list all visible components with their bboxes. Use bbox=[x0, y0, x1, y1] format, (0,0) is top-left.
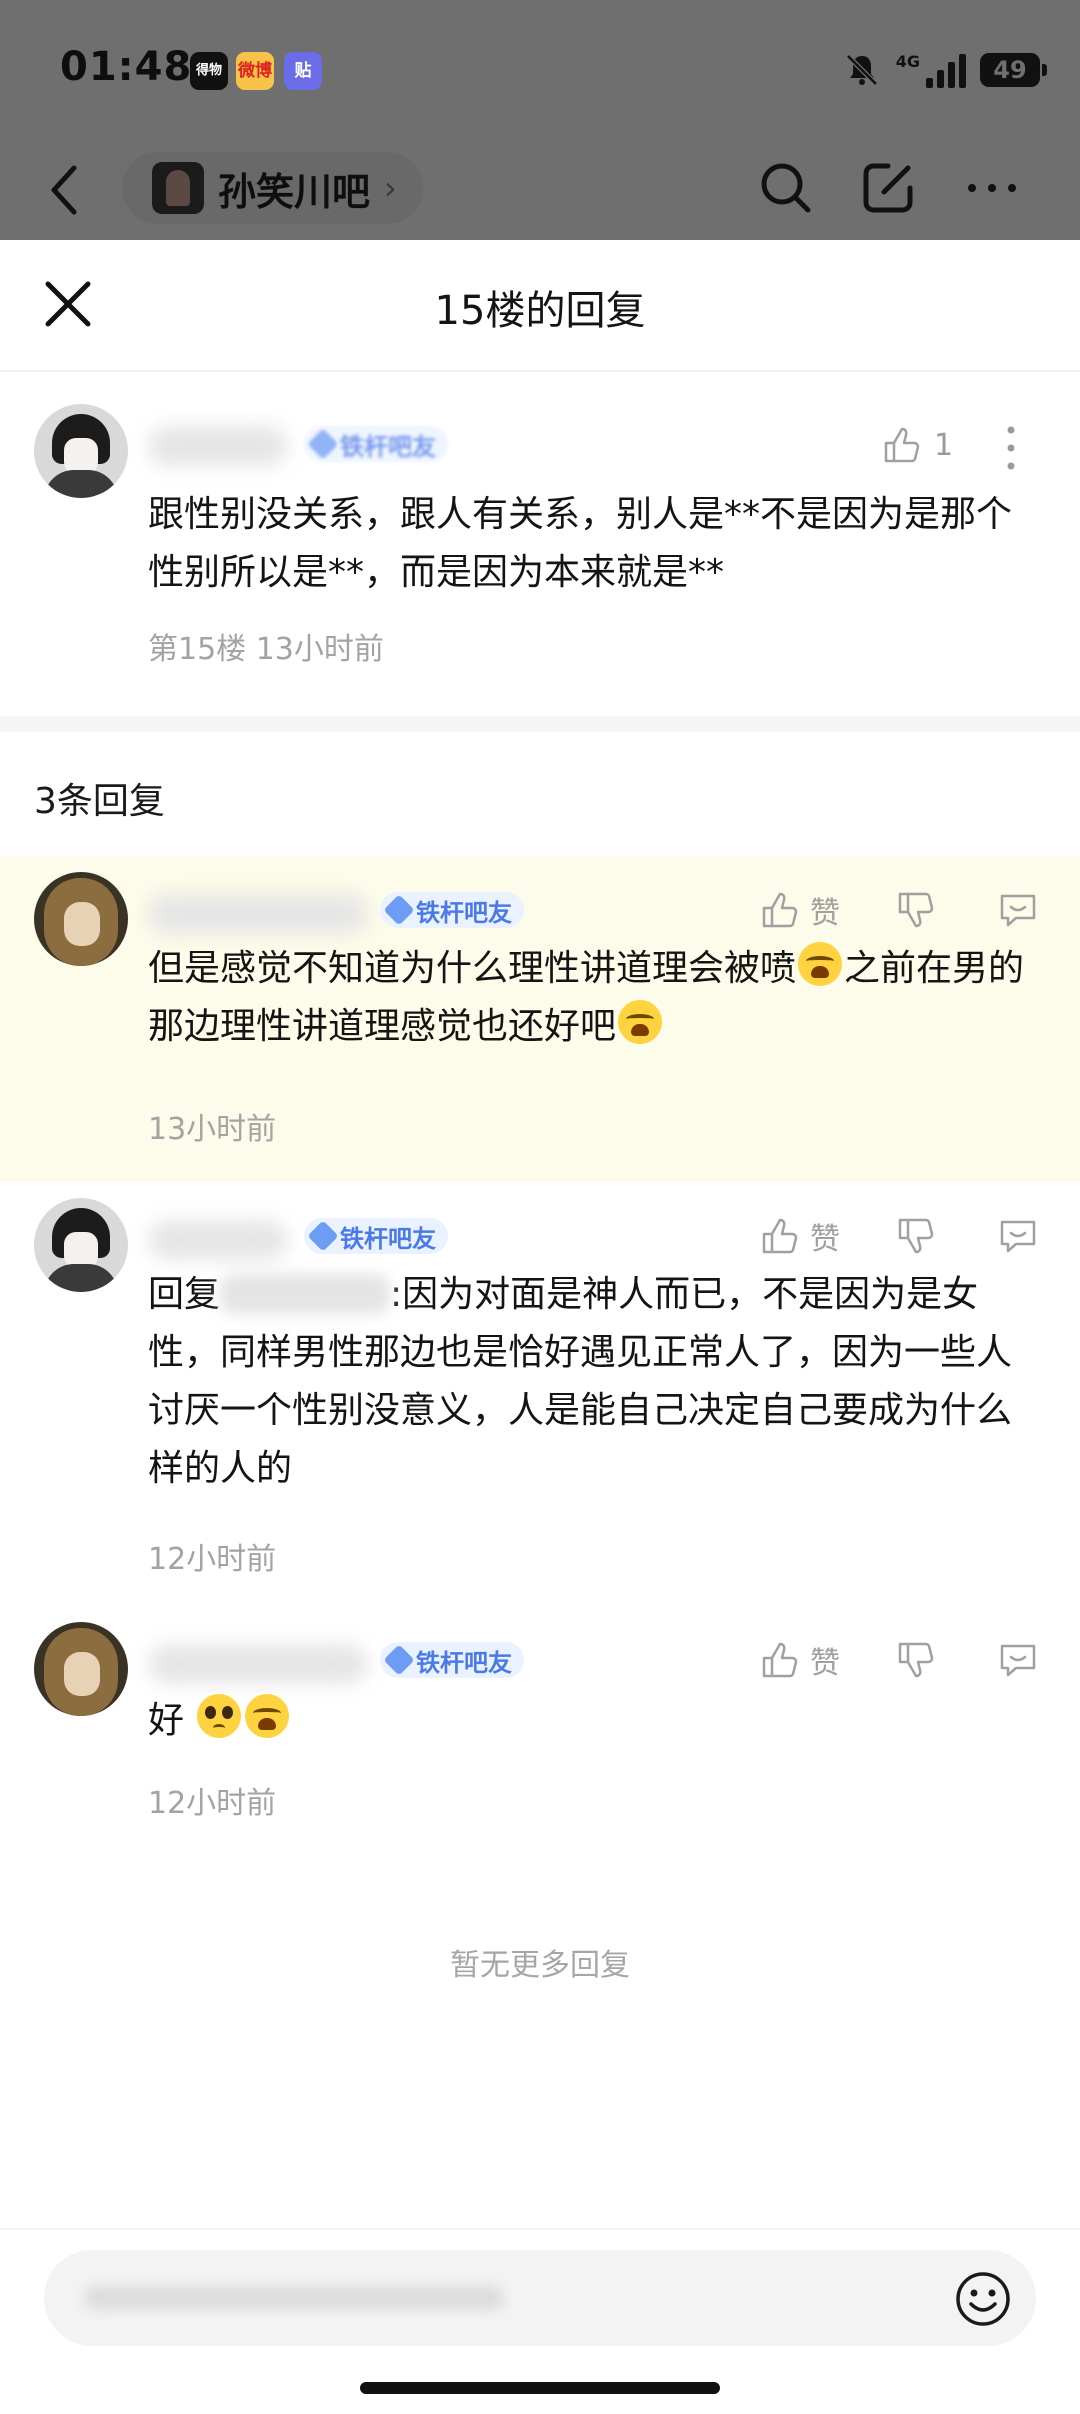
comment-icon bbox=[1000, 1220, 1036, 1253]
username-blurred[interactable] bbox=[148, 894, 368, 934]
mentioned-user-blurred[interactable] bbox=[220, 1274, 391, 1314]
status-bar: 01:48 得物 微博 贴 4G 49 bbox=[0, 0, 1080, 140]
status-indicators: 4G 49 bbox=[842, 46, 1047, 94]
user-level-badge: 铁杆吧友 bbox=[380, 892, 524, 928]
reply-input[interactable] bbox=[44, 2250, 1036, 2346]
reply-item: 铁杆吧友 赞 好 12小时前 bbox=[0, 1602, 1080, 1832]
username-blurred[interactable] bbox=[148, 1220, 288, 1260]
dimmed-overlay: 01:48 得物 微博 贴 4G 49 孙笑川吧 › bbox=[0, 0, 1080, 240]
avatar[interactable] bbox=[34, 1198, 128, 1292]
like-button[interactable]: 赞 bbox=[758, 1214, 840, 1258]
dislike-button[interactable] bbox=[894, 1638, 938, 1682]
dislike-button[interactable] bbox=[894, 888, 938, 932]
reply-item: 铁杆吧友 赞 但是感觉不知道为什么理性讲道理会被喷 之前在男的那边理性讲道理感觉也… bbox=[0, 856, 1080, 1182]
home-indicator[interactable] bbox=[360, 2382, 720, 2394]
comment-button[interactable] bbox=[996, 888, 1040, 932]
reply-input-bar bbox=[0, 2228, 1080, 2414]
smile-icon[interactable] bbox=[954, 2270, 1012, 2328]
dewu-app-icon: 得物 bbox=[190, 52, 228, 90]
username-blurred[interactable] bbox=[148, 1644, 368, 1684]
forum-avatar bbox=[152, 162, 204, 214]
reply-actions: 赞 bbox=[758, 884, 1040, 936]
reply-count: 3条回复 bbox=[34, 781, 165, 822]
cry-emoji bbox=[245, 1694, 290, 1738]
avatar[interactable] bbox=[34, 1622, 128, 1716]
post-content: 跟性别没关系，跟人有关系，别人是**不是因为是那个性别所以是**，而是因为本来就… bbox=[148, 494, 1013, 593]
weibo-app-icon: 微博 bbox=[236, 52, 274, 90]
sheet-title: 15楼的回复 bbox=[434, 288, 646, 334]
post-meta: 第15楼 13小时前 bbox=[148, 632, 384, 667]
reply-actions: 赞 bbox=[758, 1634, 1040, 1686]
like-button[interactable]: 1 bbox=[880, 420, 953, 470]
username-blurred[interactable] bbox=[148, 426, 288, 466]
cry-emoji bbox=[618, 1000, 663, 1044]
chevron-right-icon: › bbox=[384, 169, 397, 207]
pleading-emoji bbox=[197, 1694, 242, 1738]
more-vertical-icon[interactable] bbox=[996, 422, 1026, 474]
like-button[interactable]: 赞 bbox=[758, 888, 840, 932]
bell-muted-icon bbox=[845, 54, 878, 86]
tieba-app-icon: 贴 bbox=[284, 52, 322, 90]
reply-content: 回复:因为对面是神人而已，不是因为是女性，同样男性那边也是恰好遇见正常人了，因为… bbox=[148, 1274, 1013, 1489]
comment-icon bbox=[1000, 1644, 1036, 1677]
avatar[interactable] bbox=[34, 872, 128, 966]
comment-button[interactable] bbox=[996, 1214, 1040, 1258]
forum-pill-button[interactable]: 孙笑川吧 › bbox=[122, 152, 423, 224]
reply-sheet: 15楼的回复 铁杆吧友 1 跟性别没关系，跟人有关系，别人是**不是因为是那个性… bbox=[0, 240, 1080, 2412]
thumb-up-icon bbox=[762, 1642, 798, 1678]
input-placeholder-blurred bbox=[84, 2286, 504, 2310]
reply-content: 但是感觉不知道为什么理性讲道理会被喷 之前在男的那边理性讲道理感觉也还好吧 bbox=[148, 940, 1028, 1056]
no-more-replies: 暂无更多回复 bbox=[450, 1948, 630, 1983]
sheet-header: 15楼的回复 bbox=[0, 240, 1080, 372]
search-icon[interactable] bbox=[756, 158, 816, 218]
thumb-down-icon bbox=[898, 1218, 934, 1254]
back-icon[interactable] bbox=[40, 160, 90, 220]
forum-name: 孙笑川吧 bbox=[218, 169, 371, 214]
thumb-up-icon bbox=[762, 892, 798, 928]
thumb-up-icon bbox=[762, 1218, 798, 1254]
cry-emoji bbox=[798, 942, 843, 986]
battery-icon: 49 bbox=[980, 53, 1047, 87]
edit-icon[interactable] bbox=[858, 158, 918, 218]
reply-item: 铁杆吧友 赞 回复:因为对面是神人而已，不是因为是女性，同样男性那边也是恰好遇见… bbox=[0, 1182, 1080, 1602]
thumb-up-icon bbox=[884, 427, 920, 463]
reply-time: 12小时前 bbox=[148, 1542, 277, 1577]
user-level-badge: 铁杆吧友 bbox=[304, 1218, 448, 1254]
user-level-badge: 铁杆吧友 bbox=[304, 426, 448, 462]
more-icon[interactable] bbox=[962, 158, 1022, 218]
comment-button[interactable] bbox=[996, 1638, 1040, 1682]
reply-actions: 赞 bbox=[758, 1210, 1040, 1262]
thumb-down-icon bbox=[898, 1642, 934, 1678]
network-type: 4G bbox=[895, 51, 920, 71]
comment-icon bbox=[1000, 894, 1036, 927]
dislike-button[interactable] bbox=[894, 1214, 938, 1258]
signal-icon bbox=[926, 52, 966, 88]
like-button[interactable]: 赞 bbox=[758, 1638, 840, 1682]
status-time: 01:48 bbox=[60, 44, 193, 90]
reply-time: 12小时前 bbox=[148, 1786, 277, 1821]
section-divider bbox=[0, 716, 1080, 732]
thumb-down-icon bbox=[898, 892, 934, 928]
reply-time: 13小时前 bbox=[148, 1112, 277, 1147]
forum-nav-bar: 孙笑川吧 › bbox=[0, 140, 1080, 240]
like-count: 1 bbox=[934, 427, 954, 463]
reply-content: 好 bbox=[148, 1692, 1028, 1750]
user-level-badge: 铁杆吧友 bbox=[380, 1642, 524, 1678]
avatar[interactable] bbox=[34, 404, 128, 498]
